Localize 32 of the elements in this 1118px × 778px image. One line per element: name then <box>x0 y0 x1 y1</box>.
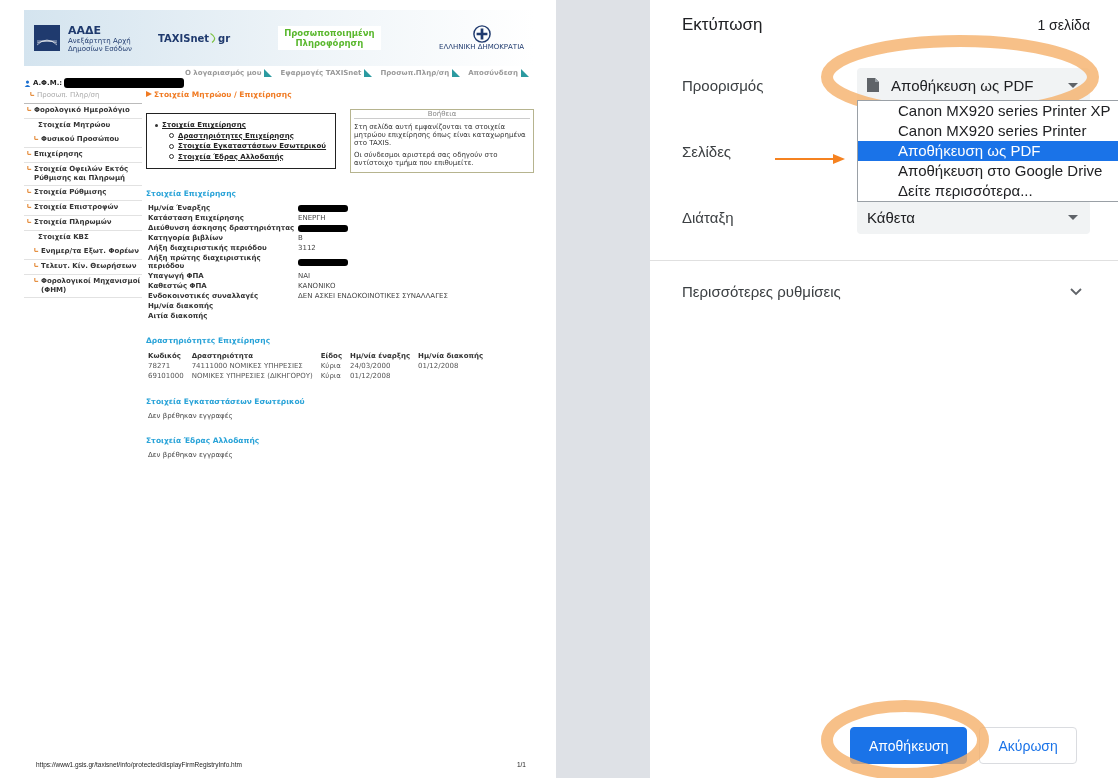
agency-logo-icon <box>34 25 60 51</box>
taxisnet-logo-text: TAXISnet <box>157 32 210 44</box>
taxisnet-logo-text: gr <box>218 32 231 44</box>
dialog-title: Εκτύπωση <box>682 15 763 35</box>
file-icon <box>867 78 879 92</box>
layout-select[interactable]: Κάθετα <box>857 200 1090 234</box>
play-icon <box>146 91 152 97</box>
more-settings-toggle[interactable]: Περισσότερες ρυθμίσεις <box>682 283 841 300</box>
caret-icon <box>1068 82 1078 88</box>
triangle-icon <box>452 69 461 77</box>
agency-name: ΑΑΔΕ <box>68 23 103 37</box>
site-title: Πληροφόρηση <box>295 38 364 48</box>
setting-label: Διάταξη <box>682 208 734 226</box>
dropdown-option[interactable]: Canon MX920 series Printer XP <box>858 101 1118 121</box>
dropdown-option[interactable]: Αποθήκευση στο Google Drive <box>858 161 1118 181</box>
save-button[interactable]: Αποθήκευση <box>850 727 968 764</box>
triangle-icon <box>364 69 373 77</box>
caret-icon <box>1068 214 1078 220</box>
dropdown-option[interactable]: Αποθήκευση ως PDF <box>858 141 1118 161</box>
site-title: Προσωποποιημένη <box>284 28 375 38</box>
setting-label: Προορισμός <box>682 76 764 94</box>
dropdown-option[interactable]: Δείτε περισσότερα... <box>858 181 1118 201</box>
page-count: 1 σελίδα <box>1037 17 1090 33</box>
user-icon <box>24 79 31 87</box>
setting-label: Σελίδες <box>682 142 732 160</box>
cancel-button[interactable]: Ακύρωση <box>979 727 1077 764</box>
annotation-arrow <box>774 154 845 164</box>
bullet-icon <box>155 123 158 127</box>
dropdown-option[interactable]: Canon MX920 series Printer <box>858 121 1118 141</box>
triangle-icon <box>521 69 529 77</box>
emblem-icon <box>472 25 491 43</box>
triangle-icon <box>264 69 273 77</box>
